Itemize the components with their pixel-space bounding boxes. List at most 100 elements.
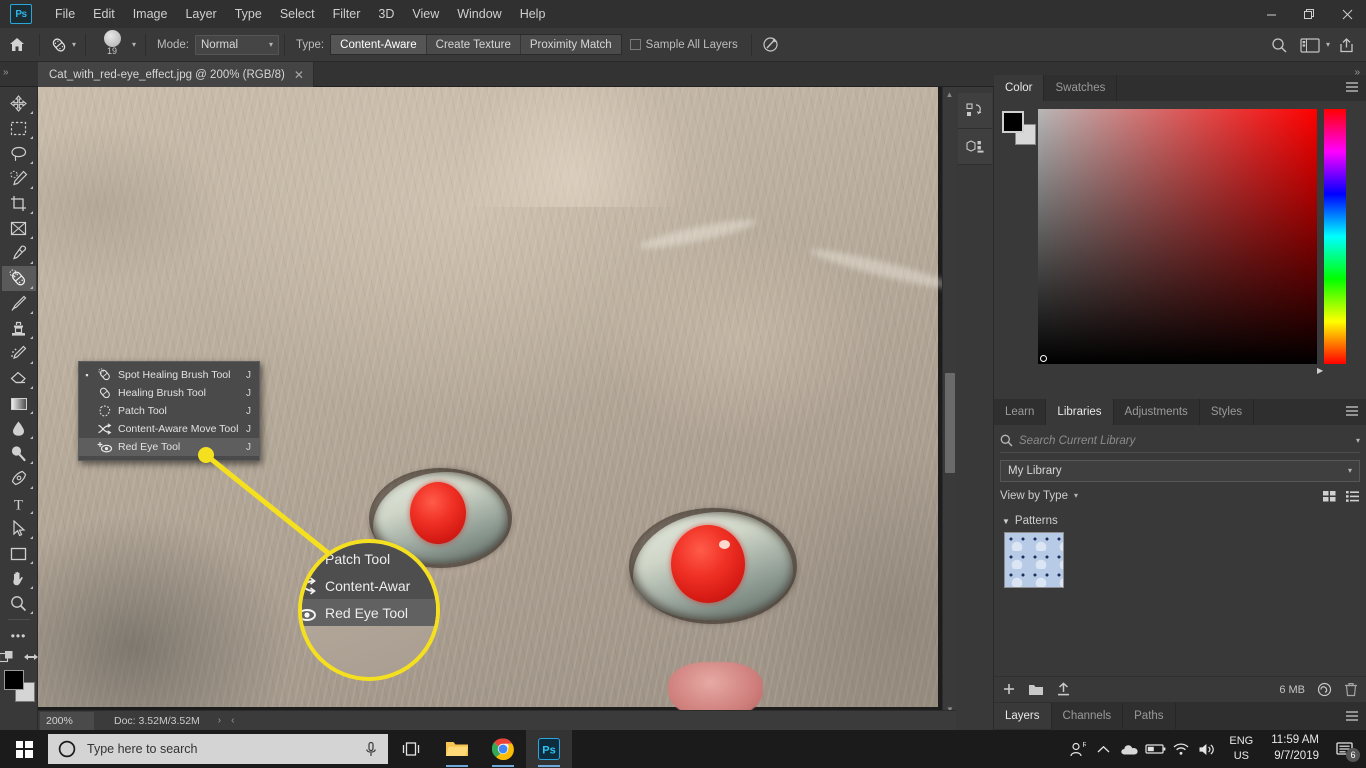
pen-tool[interactable] bbox=[2, 466, 36, 491]
tab-paths[interactable]: Paths bbox=[1123, 703, 1175, 729]
trash-icon[interactable] bbox=[1344, 682, 1358, 697]
chevron-down-icon[interactable]: ▾ bbox=[1326, 41, 1330, 49]
people-icon[interactable]: R bbox=[1064, 730, 1090, 768]
menu-type[interactable]: Type bbox=[226, 3, 271, 25]
status-next-icon[interactable]: › bbox=[218, 715, 221, 726]
properties-panel-icon[interactable] bbox=[958, 129, 992, 165]
menu-file[interactable]: File bbox=[46, 3, 84, 25]
blur-tool[interactable] bbox=[2, 416, 36, 441]
dodge-tool[interactable] bbox=[2, 441, 36, 466]
language-indicator[interactable]: ENG US bbox=[1220, 734, 1262, 764]
minimize-button[interactable] bbox=[1252, 0, 1290, 28]
brush-tool[interactable] bbox=[2, 291, 36, 316]
share-icon[interactable] bbox=[1332, 32, 1360, 58]
menu-select[interactable]: Select bbox=[271, 3, 324, 25]
upload-icon[interactable] bbox=[1056, 682, 1071, 697]
workspace-switcher-icon[interactable] bbox=[1296, 32, 1324, 58]
battery-icon[interactable] bbox=[1142, 730, 1168, 768]
gradient-tool[interactable] bbox=[2, 391, 36, 416]
volume-icon[interactable] bbox=[1194, 730, 1220, 768]
flyout-item-spot-healing-brush-tool[interactable]: ▪ Spot Healing Brush Tool J bbox=[79, 366, 259, 384]
taskbar-search-input[interactable]: Type here to search bbox=[87, 742, 353, 756]
scroll-up-icon[interactable]: ▲ bbox=[943, 87, 956, 101]
color-picker-marker[interactable] bbox=[1040, 355, 1047, 362]
menu-edit[interactable]: Edit bbox=[84, 3, 124, 25]
panel-menu-icon[interactable] bbox=[1345, 710, 1359, 722]
action-center-icon[interactable]: 6 bbox=[1328, 730, 1362, 768]
move-tool[interactable] bbox=[2, 91, 36, 116]
menu-view[interactable]: View bbox=[403, 3, 448, 25]
tab-channels[interactable]: Channels bbox=[1052, 703, 1124, 729]
menu-help[interactable]: Help bbox=[511, 3, 555, 25]
document-tab[interactable]: Cat_with_red-eye_effect.jpg @ 200% (RGB/… bbox=[38, 62, 314, 87]
task-view-icon[interactable] bbox=[388, 730, 434, 768]
panel-foreground-swatch[interactable] bbox=[1002, 111, 1024, 133]
file-explorer-icon[interactable] bbox=[434, 730, 480, 768]
blend-mode-select[interactable]: Normal ▾ bbox=[195, 35, 279, 55]
library-selector[interactable]: My Library ▾ bbox=[1000, 460, 1360, 482]
history-brush-tool[interactable] bbox=[2, 341, 36, 366]
flyout-item-red-eye-tool[interactable]: Red Eye Tool J bbox=[79, 438, 259, 456]
spot-healing-brush-tool[interactable] bbox=[2, 266, 36, 291]
close-icon[interactable]: ✕ bbox=[294, 68, 304, 82]
type-create-texture-button[interactable]: Create Texture bbox=[427, 35, 521, 54]
tab-swatches[interactable]: Swatches bbox=[1044, 75, 1117, 101]
status-prev-icon[interactable]: ‹ bbox=[231, 715, 234, 726]
lasso-tool[interactable] bbox=[2, 141, 36, 166]
history-panel-icon[interactable] bbox=[958, 93, 992, 129]
zoom-tool[interactable] bbox=[2, 591, 36, 616]
color-swatches[interactable] bbox=[2, 670, 36, 704]
rectangle-tool[interactable] bbox=[2, 541, 36, 566]
tool-preset-picker[interactable]: ▾ bbox=[45, 35, 80, 55]
menu-3d[interactable]: 3D bbox=[369, 3, 403, 25]
grid-view-icon[interactable] bbox=[1322, 489, 1337, 503]
tab-styles[interactable]: Styles bbox=[1200, 399, 1254, 425]
clock[interactable]: 11:59 AM 9/7/2019 bbox=[1262, 733, 1328, 764]
tab-color[interactable]: Color bbox=[994, 75, 1044, 101]
edit-toolbar-button[interactable]: ••• bbox=[2, 623, 36, 648]
scrollbar-thumb[interactable] bbox=[945, 373, 955, 473]
library-search-row[interactable]: Search Current Library ▾ bbox=[1000, 429, 1360, 453]
eraser-tool[interactable] bbox=[2, 366, 36, 391]
show-hidden-icons-chevron[interactable] bbox=[1090, 730, 1116, 768]
frame-tool[interactable] bbox=[2, 216, 36, 241]
panel-color-swatches[interactable] bbox=[1002, 111, 1036, 145]
restore-button[interactable] bbox=[1290, 0, 1328, 28]
hue-slider[interactable] bbox=[1324, 109, 1346, 364]
list-view-icon[interactable] bbox=[1345, 489, 1360, 503]
menu-image[interactable]: Image bbox=[124, 3, 177, 25]
collapse-left-icon[interactable]: » bbox=[3, 67, 9, 78]
zoom-level-field[interactable]: 200% bbox=[40, 712, 94, 730]
view-by-label[interactable]: View by Type bbox=[1000, 490, 1068, 502]
library-group-header[interactable]: ▼ Patterns bbox=[1002, 515, 1366, 527]
tab-learn[interactable]: Learn bbox=[994, 399, 1046, 425]
panel-menu-icon[interactable] bbox=[1345, 81, 1359, 93]
flyout-item-patch-tool[interactable]: Patch Tool J bbox=[79, 402, 259, 420]
microphone-icon[interactable] bbox=[364, 741, 378, 758]
hand-tool[interactable] bbox=[2, 566, 36, 591]
menu-filter[interactable]: Filter bbox=[324, 3, 370, 25]
creative-cloud-icon[interactable] bbox=[1316, 682, 1333, 697]
tab-libraries[interactable]: Libraries bbox=[1046, 399, 1113, 425]
foreground-color-swatch[interactable] bbox=[4, 670, 24, 690]
panel-menu-icon[interactable] bbox=[1345, 405, 1359, 417]
menu-window[interactable]: Window bbox=[448, 3, 510, 25]
rectangular-marquee-tool[interactable] bbox=[2, 116, 36, 141]
quick-selection-tool[interactable] bbox=[2, 166, 36, 191]
tool-flyout-menu[interactable]: ▪ Spot Healing Brush Tool J Healing Brus… bbox=[78, 361, 260, 461]
eyedropper-tool[interactable] bbox=[2, 241, 36, 266]
screen-mode-icon[interactable] bbox=[23, 650, 39, 664]
canvas-vertical-scrollbar[interactable]: ▲ ▼ bbox=[942, 87, 956, 716]
pressure-toggle-icon[interactable] bbox=[757, 32, 785, 58]
home-icon[interactable] bbox=[0, 37, 34, 53]
close-button[interactable] bbox=[1328, 0, 1366, 28]
chevron-down-icon[interactable]: ▾ bbox=[1074, 492, 1078, 500]
chrome-icon[interactable] bbox=[480, 730, 526, 768]
photoshop-icon[interactable]: Ps bbox=[526, 730, 572, 768]
clone-stamp-tool[interactable] bbox=[2, 316, 36, 341]
flyout-item-content-aware-move-tool[interactable]: Content-Aware Move Tool J bbox=[79, 420, 259, 438]
add-icon[interactable] bbox=[1002, 682, 1017, 697]
type-proximity-match-button[interactable]: Proximity Match bbox=[521, 35, 621, 54]
new-group-icon[interactable] bbox=[1028, 683, 1045, 697]
color-picker-field[interactable] bbox=[1038, 109, 1317, 364]
